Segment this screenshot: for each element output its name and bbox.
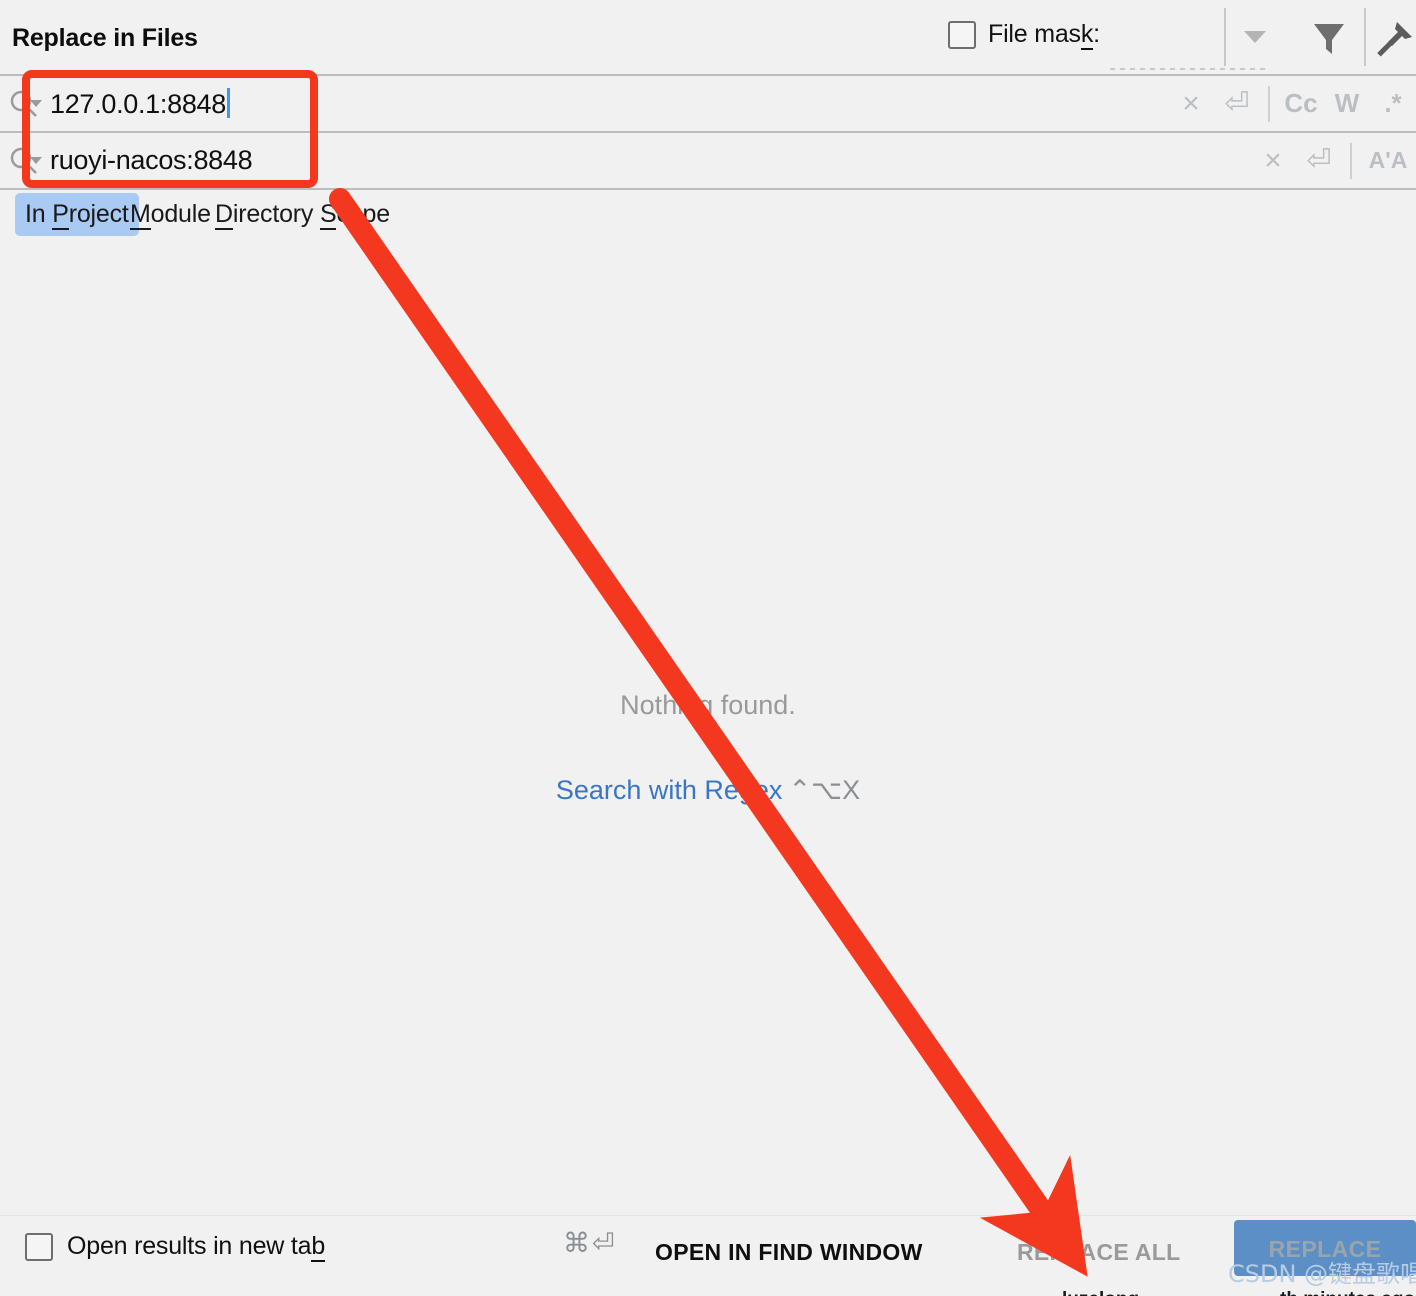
search-with-regex-shortcut: ⌃⌥X [788,775,861,805]
pin-icon[interactable] [1372,18,1416,67]
screenshot-root: luzelong th minutes ago Replace in Files… [0,0,1416,1296]
regex-icon[interactable]: .* [1370,76,1416,131]
file-mask-control[interactable]: File mask: [948,20,1100,50]
words-icon[interactable]: W [1324,76,1370,131]
replace-history-caret-icon[interactable] [30,157,42,164]
scope-tab-scope-mnemonic: S [320,200,337,230]
dialog-title: Replace in Files [12,24,198,52]
scope-tab-scope-post: cope [336,200,390,228]
scope-tab-module-mnemonic: M [130,200,151,230]
replace-tools-divider [1350,142,1352,179]
file-mask-checkbox[interactable] [948,20,976,49]
search-with-regex-label: Search with Regex [555,775,783,805]
preserve-case-icon[interactable]: A'A [1360,133,1416,188]
open-find-window-shortcut: ⌘⏎ [563,1228,617,1258]
search-field-row[interactable]: 127.0.0.1:8848 × ⏎ Cc W .* [0,76,1416,131]
file-mask-label-pre: File mas [988,20,1081,48]
search-history-caret-icon[interactable] [30,100,42,107]
dialog-footer: Open results in new tab ⌘⏎ OPEN IN FIND … [0,1215,1416,1277]
scope-tab-directory-mnemonic: D [215,200,233,230]
replace-all-button[interactable]: REPLACE ALL [1017,1239,1180,1266]
scope-tab-module-post: odule [150,200,211,228]
newline-replace-icon[interactable]: ⏎ [1296,133,1342,188]
replace-field-row[interactable]: ruoyi-nacos:8848 × ⏎ A'A [0,133,1416,188]
scope-tabs: In Project Module Directory Scope [0,189,1416,249]
replace-row-tools: × ⏎ A'A [1250,133,1416,188]
scope-tab-in-project-mnemonic: P [52,200,69,230]
clear-search-icon[interactable]: × [1168,76,1214,131]
results-area: Nothing found. Search with Regex ⌃⌥X [0,250,1416,1215]
replace-input-value[interactable]: ruoyi-nacos:8848 [50,145,253,176]
ide-background-strip: luzelong th minutes ago [0,1274,1416,1296]
scope-tab-directory-post: irectory [232,200,314,228]
filter-icon[interactable] [1305,18,1353,65]
search-tools-divider [1268,85,1270,122]
clear-replace-icon[interactable]: × [1250,133,1296,188]
open-results-new-tab-label: Open results in new tab [67,1232,326,1262]
search-input-value[interactable]: 127.0.0.1:8848 [50,88,230,120]
header-divider-1 [1224,8,1226,66]
open-results-label-pre: Open results in new ta [67,1232,312,1260]
file-mask-label-post: : [1093,20,1100,48]
dialog-header: Replace in Files File mask: [0,0,1416,74]
header-divider-2 [1364,8,1366,66]
empty-results-message: Nothing found. [620,690,796,720]
open-results-new-tab-control[interactable]: Open results in new tab [25,1232,326,1262]
replace-in-files-dialog: Replace in Files File mask: 127.0.0.1:88… [0,0,1416,1288]
header-drag-handle[interactable] [1110,68,1270,70]
newline-search-icon[interactable]: ⏎ [1214,76,1260,131]
chevron-down-icon[interactable] [1228,26,1288,50]
text-caret [226,88,230,118]
background-author-text: luzelong [1062,1289,1139,1296]
background-time-text: th minutes ago [1280,1289,1415,1296]
search-row-tools: × ⏎ Cc W .* [1168,76,1416,131]
file-mask-label: File mask: [988,20,1100,50]
scope-tab-in-project-pre: In [25,200,53,228]
open-in-find-window-button[interactable]: OPEN IN FIND WINDOW [655,1239,923,1266]
scope-tab-directory[interactable]: Directory [205,193,323,236]
scope-tab-scope[interactable]: Scope [310,193,400,236]
open-results-new-tab-checkbox[interactable] [25,1232,53,1261]
search-with-regex-link[interactable]: Search with Regex ⌃⌥X [0,775,1416,806]
match-case-icon[interactable]: Cc [1278,76,1324,131]
open-results-label-mnemonic: b [311,1232,326,1262]
csdn-watermark: CSDN @键盘歌唱家 [1228,1260,1416,1288]
file-mask-label-mnemonic: k [1080,20,1094,50]
search-input-text: 127.0.0.1:8848 [50,89,226,119]
